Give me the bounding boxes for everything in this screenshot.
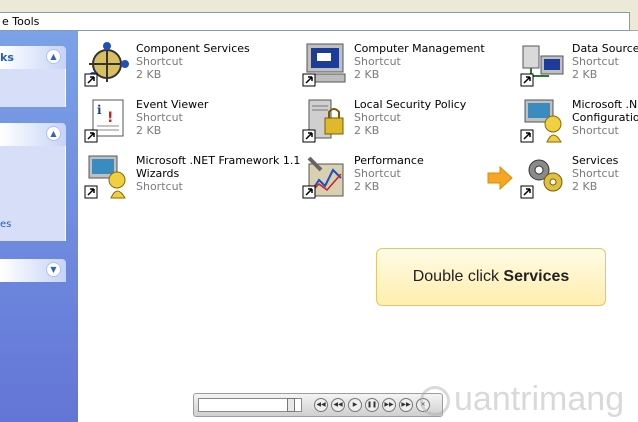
instruction-callout: Double click Services: [376, 248, 606, 306]
performance-icon: [302, 156, 344, 199]
svg-text:!: !: [107, 110, 113, 126]
file-list-view: Component Services Shortcut 2 KB Compute…: [78, 31, 638, 422]
file-item-net-configuration[interactable]: Microsoft .NET Configuration Shortcut: [519, 96, 638, 148]
file-item-data-sources[interactable]: Data Sources Shortcut 2 KB: [519, 40, 638, 92]
chevron-up-icon[interactable]: ▲: [46, 49, 61, 64]
seek-bar[interactable]: [198, 398, 302, 412]
skip-end-icon[interactable]: ▶▶: [399, 398, 413, 412]
file-size: 2 KB: [354, 180, 380, 193]
file-type: Shortcut: [354, 167, 401, 180]
address-bar[interactable]: e Tools: [0, 12, 630, 31]
chevron-down-icon[interactable]: ▼: [46, 262, 61, 277]
svg-text:i: i: [97, 103, 102, 117]
pause-icon[interactable]: ❚❚: [365, 398, 379, 412]
file-name-line2: Wizards: [136, 167, 180, 180]
file-type: Shortcut: [572, 124, 619, 137]
file-type: Shortcut: [136, 180, 183, 193]
component-services-icon: [84, 42, 129, 87]
task-sidebar: ks ▲ ▲ es ▼: [0, 31, 78, 422]
services-icon: [520, 159, 563, 199]
event-viewer-icon: i !: [84, 99, 124, 143]
file-name: Microsoft .NET Framework 1.1: [136, 154, 301, 167]
computer-management-icon: [302, 43, 346, 87]
file-item-services[interactable]: Services Shortcut 2 KB: [519, 152, 638, 204]
sidebar-panel-body: es: [0, 146, 66, 241]
seek-thumb[interactable]: [287, 398, 295, 412]
file-size: 2 KB: [136, 124, 162, 137]
file-type: Shortcut: [354, 111, 401, 124]
file-item-net-wizards[interactable]: Microsoft .NET Framework 1.1 Wizards Sho…: [83, 152, 300, 204]
file-item-event-viewer[interactable]: i ! Event Viewer Shortcut 2 KB: [83, 96, 293, 148]
sidebar-panel-header-details[interactable]: ▼: [0, 259, 66, 282]
sidebar-link-fragment[interactable]: es: [0, 219, 11, 230]
play-icon[interactable]: ▶: [348, 398, 362, 412]
window-titlebar: e Tools: [0, 0, 638, 31]
data-sources-icon: [520, 45, 564, 87]
media-player-controls: ◀◀ ◀◀ ▶ ❚❚ ▶▶ ▶▶ ✕: [193, 393, 443, 417]
callout-bold: Services: [503, 268, 570, 285]
file-name: Services: [572, 154, 619, 167]
sidebar-panel-body: [0, 69, 66, 107]
file-type: Shortcut: [354, 55, 401, 68]
local-security-policy-icon: [302, 99, 344, 143]
file-name: Microsoft .NET: [572, 98, 638, 111]
file-name: Local Security Policy: [354, 98, 467, 111]
file-name: Performance: [354, 154, 424, 167]
chevron-up-icon[interactable]: ▲: [46, 126, 61, 141]
file-item-component-services[interactable]: Component Services Shortcut 2 KB: [83, 40, 293, 92]
pointer-arrow-icon: [487, 166, 513, 190]
net-configuration-icon: [520, 99, 562, 143]
net-wizards-icon: [84, 155, 126, 199]
watermark: uantrimang: [420, 376, 638, 422]
sidebar-panel-header-tasks[interactable]: ks ▲: [0, 46, 66, 69]
callout-prefix: Double click: [412, 268, 504, 285]
file-size: 2 KB: [136, 68, 162, 81]
watermark-logo-icon: [420, 386, 450, 417]
file-type: Shortcut: [572, 55, 619, 68]
file-size: 2 KB: [572, 68, 598, 81]
file-type: Shortcut: [136, 111, 183, 124]
file-type: Shortcut: [136, 55, 183, 68]
fast-forward-icon[interactable]: ▶▶: [382, 398, 396, 412]
file-size: 2 KB: [572, 180, 598, 193]
file-item-performance[interactable]: Performance Shortcut 2 KB: [301, 152, 511, 204]
file-size: 2 KB: [354, 124, 380, 137]
file-name: Event Viewer: [136, 98, 209, 111]
watermark-text: uantrimang: [454, 380, 625, 418]
sidebar-panel-title: ks: [0, 51, 14, 64]
file-type: Shortcut: [572, 167, 619, 180]
sidebar-panel-header-places[interactable]: ▲: [0, 123, 66, 146]
file-name: Computer Management: [354, 42, 485, 55]
file-name: Component Services: [136, 42, 250, 55]
file-name: Data Sources: [572, 42, 638, 55]
file-item-computer-management[interactable]: Computer Management Shortcut 2 KB: [301, 40, 511, 92]
rewind-icon[interactable]: ◀◀: [331, 398, 345, 412]
file-size: 2 KB: [354, 68, 380, 81]
file-item-local-security-policy[interactable]: Local Security Policy Shortcut 2 KB: [301, 96, 511, 148]
file-name-line2: Configuration: [572, 111, 638, 124]
skip-start-icon[interactable]: ◀◀: [314, 398, 328, 412]
